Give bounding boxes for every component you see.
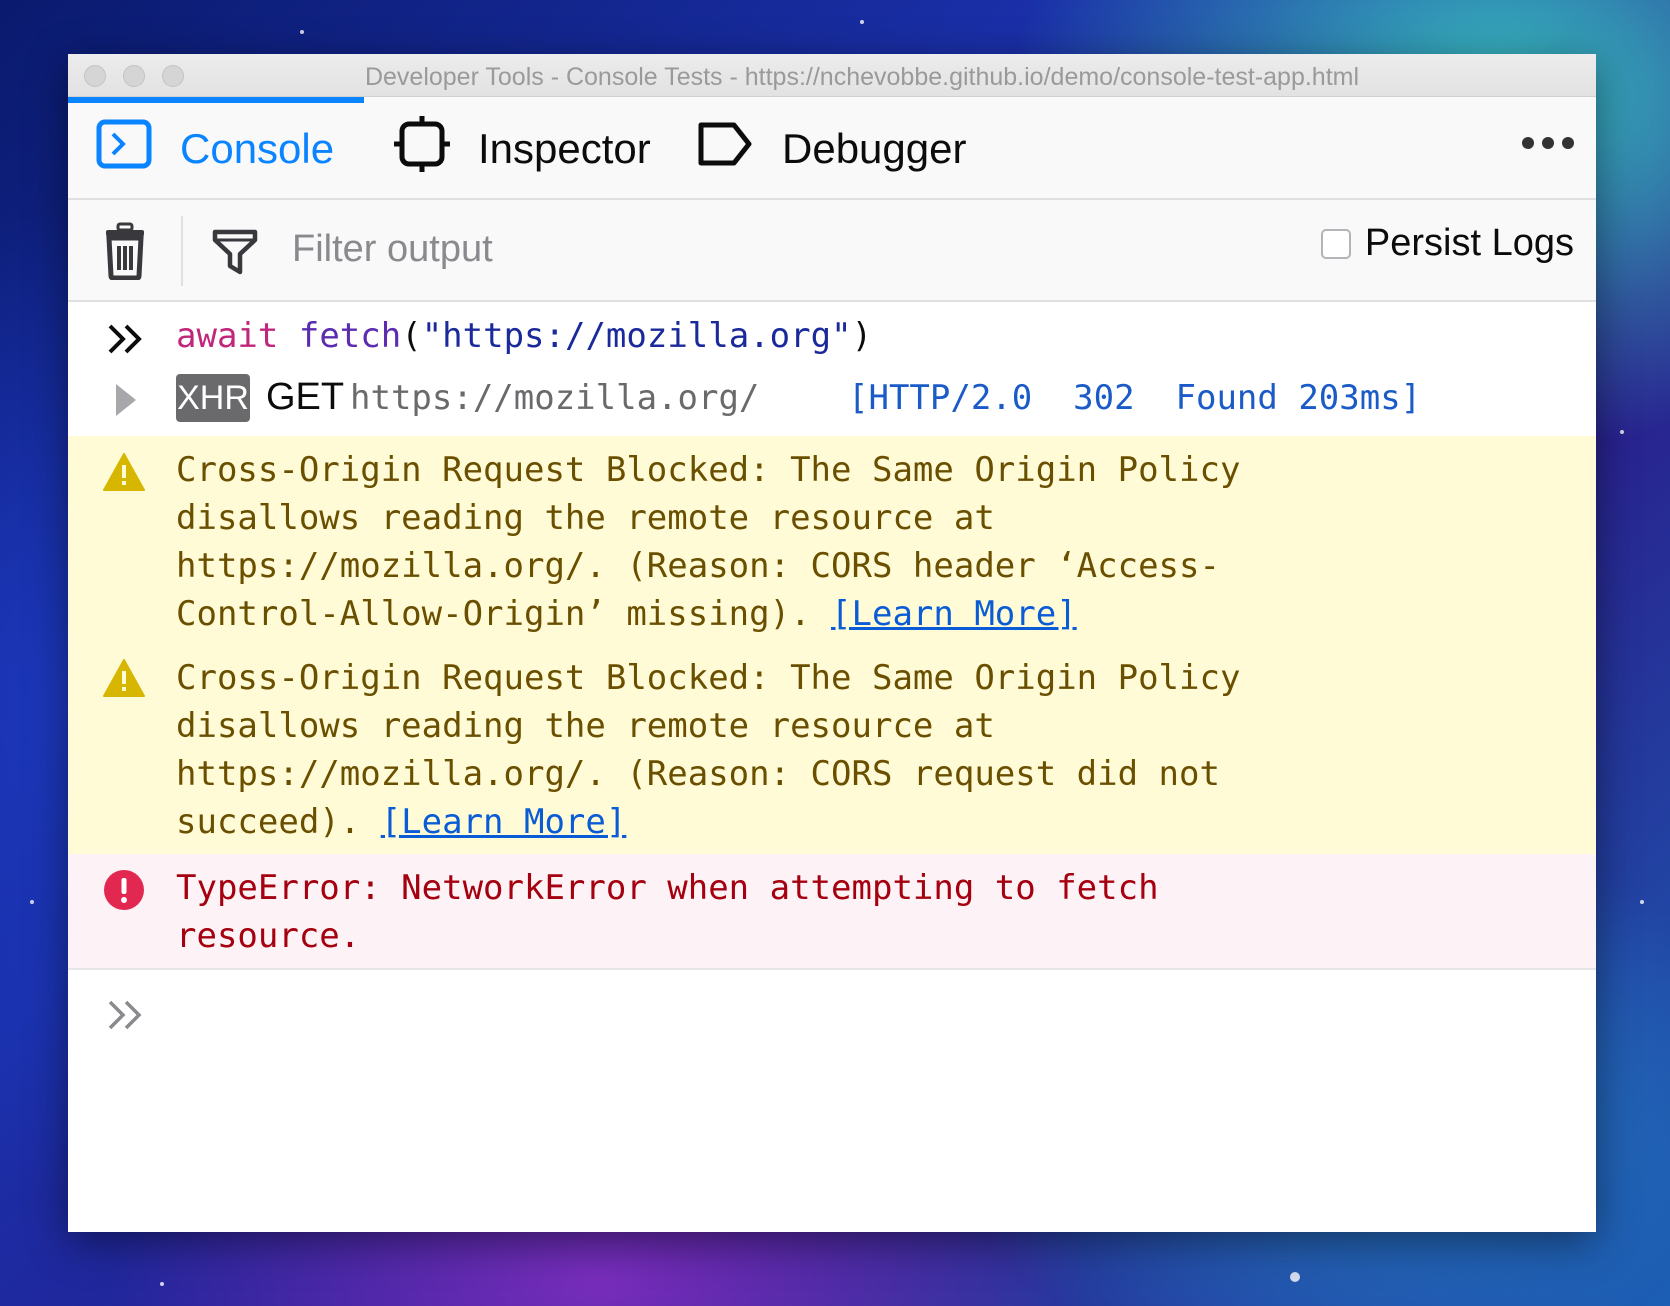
tab-inspector-label: Inspector <box>478 125 651 172</box>
star <box>1620 430 1624 434</box>
debugger-icon <box>696 120 754 178</box>
tab-inspector[interactable]: Inspector <box>394 116 651 177</box>
tab-console-label: Console <box>180 125 335 172</box>
warning-icon <box>102 658 146 711</box>
star <box>860 20 864 24</box>
warning-line: Control-Allow-Origin’ missing). <box>176 594 832 634</box>
active-tab-indicator <box>68 97 364 103</box>
persist-logs-label: Persist Logs <box>1364 222 1574 264</box>
error-message: TypeError: NetworkError when attempting … <box>68 854 1596 970</box>
warning-icon <box>102 452 146 505</box>
console-input-row[interactable] <box>68 970 1596 1070</box>
star <box>30 900 34 904</box>
expand-arrow-icon[interactable] <box>112 382 138 431</box>
persist-logs-toggle[interactable]: Persist Logs <box>1320 222 1574 265</box>
tab-console[interactable]: Console <box>96 119 335 179</box>
trash-icon[interactable] <box>102 222 148 285</box>
learn-more-link[interactable]: [Learn More] <box>381 802 627 842</box>
more-dot <box>1522 137 1534 149</box>
error-line: TypeError: NetworkError when attempting … <box>176 868 1159 908</box>
code-keyword: await <box>176 316 279 356</box>
star <box>160 1282 164 1286</box>
prompt-chevron-icon <box>106 996 146 1044</box>
tab-bar: Console Inspector Debugger <box>68 97 1596 200</box>
code-paren-close: ) <box>851 316 873 356</box>
warning-line: disallows reading the remote resource at <box>176 706 995 746</box>
warning-line: Cross-Origin Request Blocked: The Same O… <box>176 658 1241 698</box>
code-paren-open: ( <box>401 316 422 356</box>
warning-text: Cross-Origin Request Blocked: The Same O… <box>176 446 1240 638</box>
warning-line: disallows reading the remote resource at <box>176 498 995 538</box>
error-icon <box>102 868 146 925</box>
error-line: resource. <box>176 916 361 956</box>
request-status: [HTTP/2.0 302 Found 203ms] <box>848 378 1422 418</box>
warning-message: Cross-Origin Request Blocked: The Same O… <box>68 436 1596 642</box>
inspector-icon <box>394 116 450 182</box>
input-echo-row: await fetch("https://mozilla.org") <box>68 302 1596 368</box>
more-dot <box>1562 137 1574 149</box>
window-title: Developer Tools - Console Tests - https:… <box>364 63 1360 91</box>
more-options-button[interactable] <box>1522 137 1574 149</box>
error-text: TypeError: NetworkError when attempting … <box>176 864 1159 960</box>
toolbar-divider <box>181 216 183 286</box>
prompt-chevron-icon <box>106 320 146 368</box>
filter-input[interactable] <box>292 224 992 274</box>
warning-line: succeed). <box>176 802 381 842</box>
warning-line: https://mozilla.org/. (Reason: CORS requ… <box>176 754 1220 794</box>
tab-debugger[interactable]: Debugger <box>696 121 966 177</box>
filter-icon <box>212 226 258 281</box>
input-echo-code: await fetch("https://mozilla.org") <box>176 312 872 360</box>
network-request-row[interactable]: XHR GET https://mozilla.org/ [HTTP/2.0 3… <box>68 368 1596 436</box>
warning-line: https://mozilla.org/. (Reason: CORS head… <box>176 546 1220 586</box>
warning-text: Cross-Origin Request Blocked: The Same O… <box>176 654 1240 846</box>
code-string: "https://mozilla.org" <box>421 316 852 356</box>
request-url[interactable]: https://mozilla.org/ <box>350 374 759 422</box>
warning-line: Cross-Origin Request Blocked: The Same O… <box>176 450 1241 490</box>
more-dot <box>1542 137 1554 149</box>
xhr-badge: XHR <box>176 374 250 422</box>
devtools-window: Developer Tools - Console Tests - https:… <box>68 54 1596 1232</box>
persist-logs-checkbox[interactable] <box>1320 228 1351 259</box>
console-toolbar: Persist Logs <box>68 200 1596 302</box>
request-method: GET <box>266 376 345 418</box>
star <box>1290 1272 1300 1282</box>
star <box>300 30 304 34</box>
tab-debugger-label: Debugger <box>782 125 967 172</box>
star <box>1640 900 1644 904</box>
learn-more-link[interactable]: [Learn More] <box>831 594 1077 634</box>
console-output: await fetch("https://mozilla.org") XHR G… <box>68 302 1596 1070</box>
code-function: fetch <box>298 316 402 356</box>
warning-message: Cross-Origin Request Blocked: The Same O… <box>68 642 1596 854</box>
console-icon <box>96 119 152 179</box>
title-bar: Developer Tools - Console Tests - https:… <box>68 54 1596 97</box>
